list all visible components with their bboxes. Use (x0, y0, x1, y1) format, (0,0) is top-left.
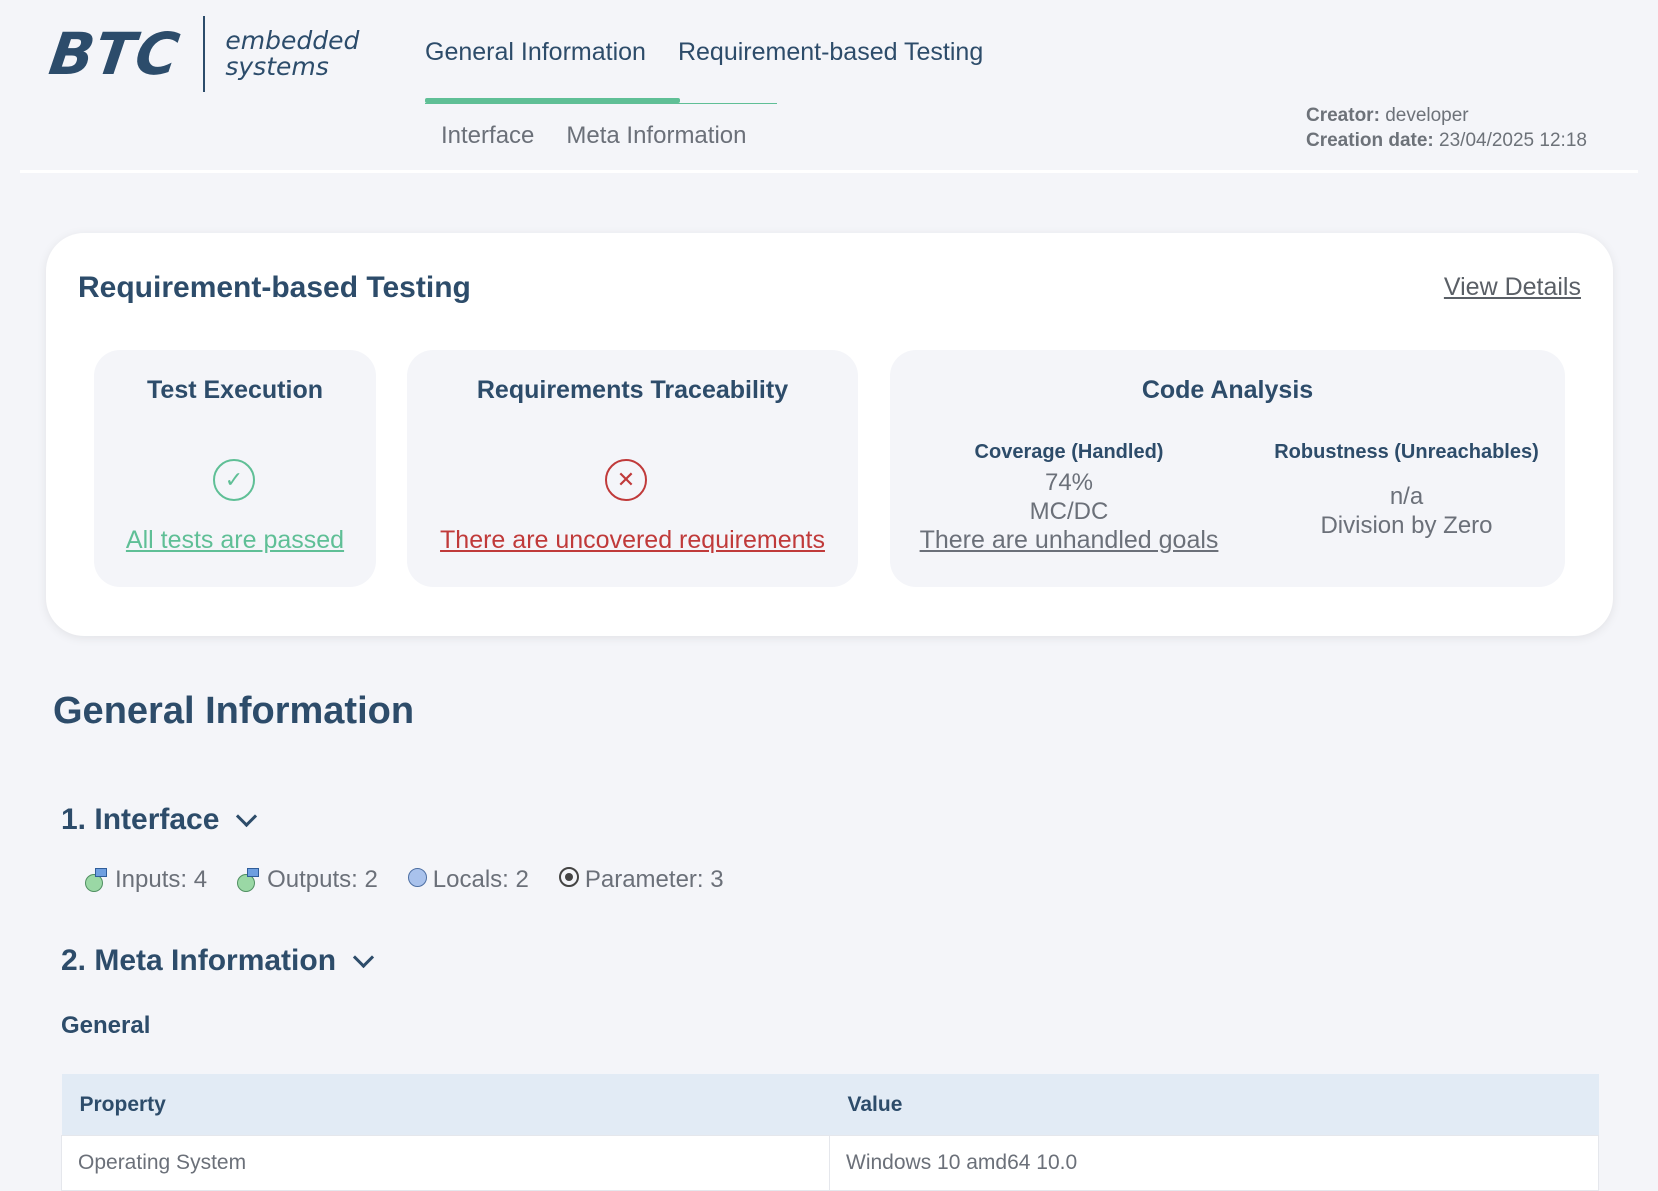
view-details-link[interactable]: View Details (1444, 273, 1581, 302)
nav-underline (425, 103, 777, 104)
coverage-value: 74% MC/DC (890, 468, 1248, 526)
nav-requirement-based-testing[interactable]: Requirement-based Testing (678, 38, 983, 67)
robustness-na: n/a (1389, 483, 1424, 510)
nav-general-information[interactable]: General Information (425, 38, 646, 67)
logo-text: embedded systems (225, 28, 359, 80)
column-header-value: Value (829, 1074, 1599, 1136)
interface-outputs: Outputs: 2 (237, 866, 378, 894)
traceability-title: Requirements Traceability (476, 376, 789, 404)
logo-line-1: embedded (225, 26, 360, 55)
creation-date-value: 23/04/2025 12:18 (1439, 130, 1587, 151)
creator-value: developer (1385, 105, 1469, 126)
uncovered-requirements-link[interactable]: There are uncovered requirements (407, 526, 858, 555)
test-execution-tile: Test Execution ✓ All tests are passed (94, 350, 376, 587)
code-analysis-tile: Code Analysis Coverage (Handled) 74% MC/… (890, 350, 1565, 587)
test-execution-title: Test Execution (147, 376, 323, 404)
general-information-heading: General Information (53, 690, 415, 732)
robustness-title: Robustness (Unreachables) (1274, 441, 1539, 463)
locals-label: Locals: 2 (432, 866, 529, 893)
code-analysis-title: Code Analysis (1141, 376, 1314, 404)
nav-active-indicator (425, 98, 680, 103)
table-header-row: Property Value (61, 1074, 1599, 1136)
meta-heading-text: 2. Meta Information (61, 944, 337, 977)
unhandled-goals-link[interactable]: There are unhandled goals (890, 526, 1248, 555)
output-icon (237, 868, 261, 892)
chevron-down-icon[interactable] (236, 805, 258, 827)
rbt-card-title: Requirement-based Testing (78, 271, 471, 304)
nav-interface[interactable]: Interface (441, 122, 534, 150)
header: BTC embedded systems General Information… (0, 0, 1658, 173)
chevron-down-icon[interactable] (352, 946, 375, 968)
coverage-percent: 74% (1044, 469, 1094, 496)
parameters-label: Parameter: 3 (584, 866, 724, 893)
table-cell-property: Operating System (61, 1135, 830, 1191)
table-row: Operating System Windows 10 amd64 10.0 (61, 1135, 1599, 1191)
interface-summary: Inputs: 4 Outputs: 2 Locals: 2 Parameter… (85, 866, 724, 894)
btc-logo[interactable]: BTC embedded systems (45, 16, 359, 92)
meta-section-heading[interactable]: 2. Meta Information (61, 944, 375, 978)
tests-passed-link[interactable]: All tests are passed (94, 526, 376, 555)
logo-brand: BTC (45, 20, 185, 88)
local-icon (407, 867, 427, 887)
header-divider (20, 170, 1638, 173)
meta-information-table: Property Value Operating System Windows … (61, 1074, 1599, 1191)
rbt-summary-card: Requirement-based Testing View Details T… (46, 233, 1613, 636)
check-circle-icon: ✓ (213, 459, 255, 501)
robustness-metric: Division by Zero (1320, 512, 1493, 539)
meta-general-subheading: General (61, 1012, 151, 1039)
input-icon (85, 868, 109, 892)
nav-meta-information[interactable]: Meta Information (566, 122, 746, 150)
logo-divider (203, 16, 206, 92)
error-circle-icon: ✕ (605, 459, 647, 501)
coverage-title: Coverage (Handled) (974, 441, 1164, 463)
column-header-property: Property (61, 1074, 830, 1136)
interface-parameters: Parameter: 3 (558, 866, 724, 894)
inputs-label: Inputs: 4 (115, 866, 208, 893)
top-nav: General Information Requirement-based Te… (425, 38, 983, 67)
requirements-traceability-tile: Requirements Traceability ✕ There are un… (407, 350, 858, 587)
robustness-value: n/a Division by Zero (1248, 482, 1565, 540)
table-cell-value: Windows 10 amd64 10.0 (829, 1135, 1599, 1191)
interface-locals: Locals: 2 (407, 866, 529, 894)
creator-label: Creator: (1306, 105, 1380, 126)
creation-info: Creator: developer Creation date: 23/04/… (1306, 103, 1587, 153)
logo-line-2: systems (225, 52, 329, 81)
parameter-icon (558, 867, 579, 887)
interface-inputs: Inputs: 4 (85, 866, 207, 894)
sub-nav: Interface Meta Information (441, 122, 746, 150)
creation-date-label: Creation date: (1306, 130, 1434, 151)
interface-section-heading[interactable]: 1. Interface (61, 803, 258, 837)
interface-heading-text: 1. Interface (61, 803, 220, 836)
outputs-label: Outputs: 2 (267, 866, 378, 893)
coverage-metric: MC/DC (1029, 498, 1109, 525)
